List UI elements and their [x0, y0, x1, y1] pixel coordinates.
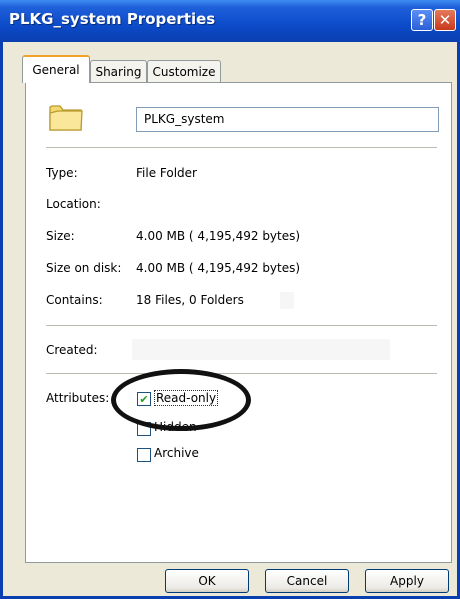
archive-checkbox[interactable] [137, 448, 151, 462]
close-button[interactable]: ✕ [434, 9, 456, 31]
size-on-disk-label: Size on disk: [46, 261, 122, 275]
tab-customize[interactable]: Customize [147, 60, 221, 82]
archive-label: Archive [154, 446, 199, 460]
contains-extra-value [280, 292, 294, 309]
cancel-button[interactable]: Cancel [265, 569, 349, 593]
created-label: Created: [46, 343, 98, 357]
separator [46, 147, 437, 148]
properties-dialog: PLKG_system Properties ? ✕ General Shari… [0, 0, 460, 599]
attributes-label: Attributes: [46, 391, 110, 405]
tab-sharing-label: Sharing [95, 64, 142, 79]
size-value: 4.00 MB ( 4,195,492 bytes) [136, 229, 301, 243]
tab-customize-label: Customize [152, 64, 216, 79]
tab-general-label: General [32, 63, 80, 77]
folder-name-input[interactable]: PLKG_system [136, 107, 439, 132]
tab-general[interactable]: General [22, 55, 90, 83]
title-bar[interactable]: PLKG_system Properties ? ✕ [0, 0, 460, 42]
separator [46, 325, 437, 326]
size-label: Size: [46, 229, 75, 243]
help-button[interactable]: ? [411, 9, 433, 31]
contains-label: Contains: [46, 293, 103, 307]
window-title: PLKG_system Properties [9, 10, 216, 28]
type-label: Type: [46, 166, 78, 180]
general-tab-panel: PLKG_system Type: File Folder Location: … [25, 82, 452, 563]
help-icon: ? [417, 11, 427, 29]
close-icon: ✕ [438, 11, 452, 29]
separator [46, 373, 437, 374]
contains-value: 18 Files, 0 Folders [136, 293, 244, 307]
location-label: Location: [46, 197, 101, 211]
type-value: File Folder [136, 166, 197, 180]
highlight-ellipse [111, 369, 251, 431]
created-value [132, 339, 390, 360]
size-on-disk-value: 4.00 MB ( 4,195,492 bytes) [136, 261, 301, 275]
tab-sharing[interactable]: Sharing [90, 60, 147, 82]
ok-button[interactable]: OK [165, 569, 249, 593]
apply-button[interactable]: Apply [365, 569, 449, 593]
folder-icon [49, 105, 83, 131]
